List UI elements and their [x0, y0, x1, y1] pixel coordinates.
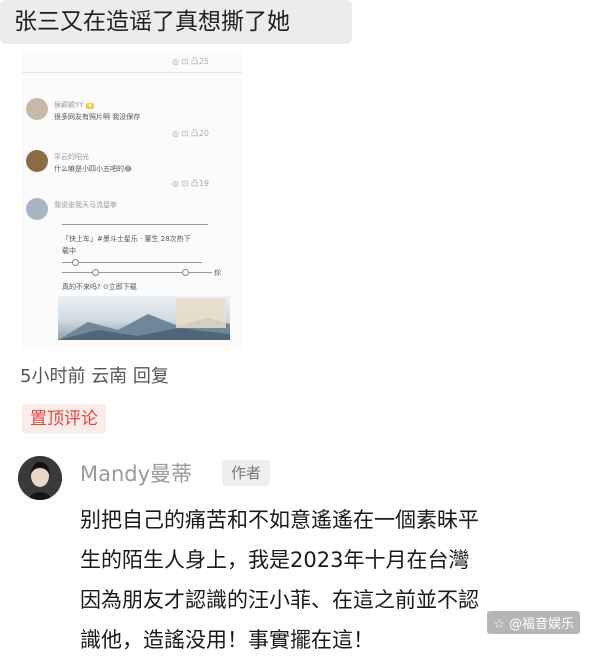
author-badge: 作者	[222, 460, 271, 486]
top-row-icons: ◎ ⊡ 凸25	[172, 57, 209, 66]
timeline-line	[62, 262, 202, 263]
timeline-line	[62, 272, 212, 273]
comment-line: 生的陌生人身上，我是2023年十月在台灣	[80, 548, 470, 572]
timestamp: 5小时前	[20, 366, 86, 387]
comment-meta: 5小时前 云南 回复	[20, 362, 169, 388]
comment-username: 侯颖颖YY	[54, 101, 84, 109]
location: 云南	[91, 366, 128, 387]
mountain-illustration	[58, 298, 230, 340]
timeline-line	[62, 224, 208, 225]
avatar-portrait	[18, 456, 62, 500]
card-text: 「快上车」#墨斗士星乐 · 董生 28次热下	[62, 235, 191, 243]
timeline-dot	[72, 259, 79, 266]
timeline-dot	[182, 269, 189, 276]
avatar	[26, 98, 48, 120]
download-link[interactable]: 真的不来吗? ⊙立即下载	[62, 282, 137, 292]
comment-username: 我说张我天马流星拳	[54, 201, 117, 209]
comment-line: 别把自己的痛苦和不如意遙遙在一個素昧平	[80, 508, 479, 532]
comment-body: 别把自己的痛苦和不如意遙遙在一個素昧平 生的陌生人身上，我是2023年十月在台灣…	[80, 500, 580, 660]
landscape-image	[58, 296, 230, 340]
comment-username: 平云的阳光	[54, 153, 89, 161]
watermark: ☆ @福音娱乐	[487, 611, 580, 634]
comment-username[interactable]: Mandy曼蒂	[80, 458, 192, 488]
vip-badge: ★	[85, 103, 95, 109]
reply-button[interactable]: 回复	[133, 366, 169, 387]
avatar[interactable]	[18, 456, 62, 500]
quoted-comment: 张三又在造谣了真想撕了她	[0, 0, 352, 44]
timeline-dot	[92, 269, 99, 276]
comment-text: 什么嘛是小四小五吧的😂	[54, 165, 133, 173]
card-text: 你	[214, 269, 221, 277]
comment-text: 很多网友有照片啊 我没保存	[54, 113, 141, 121]
embedded-screenshot: ◎ ⊡ 凸25 侯颖颖YY ★ 很多网友有照片啊 我没保存 ◎ ⊡ 凸20 平云…	[22, 50, 242, 350]
pinned-comment-label: 置顶评论	[22, 404, 106, 434]
avatar	[26, 150, 48, 172]
card-text: 载中	[62, 247, 76, 255]
divider	[22, 72, 242, 73]
comment-action-icons: ◎ ⊡ 凸19	[172, 179, 209, 188]
comment-action-icons: ◎ ⊡ 凸20	[172, 129, 209, 138]
avatar	[26, 198, 48, 220]
